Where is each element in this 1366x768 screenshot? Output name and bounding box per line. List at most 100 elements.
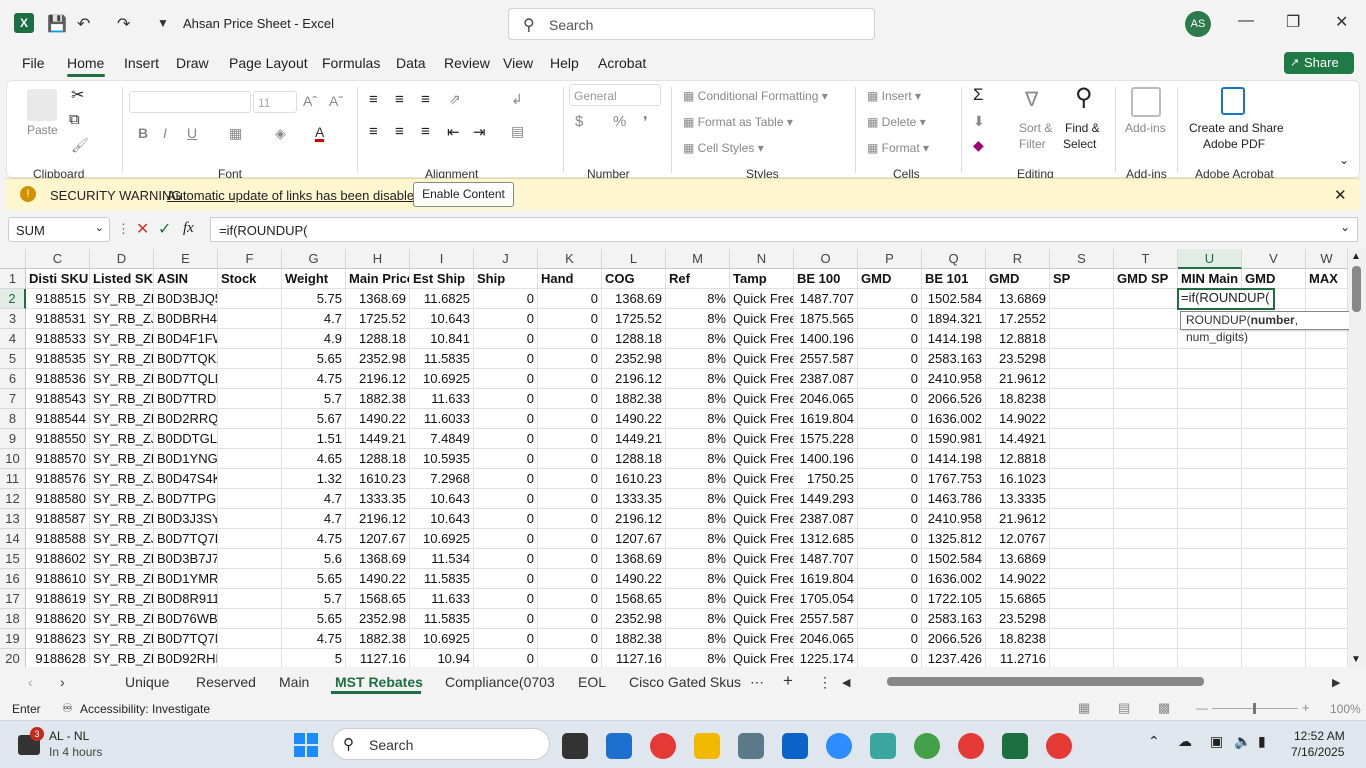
- table-cell[interactable]: SY_RB_ZJQ: [90, 529, 154, 549]
- bold-icon[interactable]: B: [138, 125, 148, 141]
- table-cell[interactable]: [1306, 469, 1348, 489]
- table-cell[interactable]: [218, 369, 282, 389]
- maximize-icon[interactable]: ❐: [1286, 12, 1300, 32]
- find-label[interactable]: Find &: [1065, 121, 1100, 135]
- row-header-15[interactable]: 15: [0, 549, 26, 569]
- column-header-q[interactable]: Q: [922, 249, 986, 269]
- table-cell[interactable]: 0: [858, 309, 922, 329]
- table-cell[interactable]: 15.6865: [986, 589, 1050, 609]
- table-cell[interactable]: 8%: [666, 589, 730, 609]
- select-label[interactable]: Select: [1063, 137, 1096, 151]
- table-cell[interactable]: 0: [538, 609, 602, 629]
- table-cell[interactable]: SY_RB_ZPX: [90, 329, 154, 349]
- table-cell[interactable]: 10.94: [410, 649, 474, 667]
- row-header-7[interactable]: 7: [0, 389, 26, 409]
- table-cell[interactable]: 8%: [666, 349, 730, 369]
- header-cell[interactable]: MIN Main: [1178, 269, 1242, 289]
- table-cell[interactable]: 2196.12: [346, 509, 410, 529]
- table-cell[interactable]: SY_RB_ZLV: [90, 349, 154, 369]
- table-cell[interactable]: [1114, 329, 1178, 349]
- active-cell-editor[interactable]: =if(ROUNDUP(: [1177, 288, 1275, 310]
- table-cell[interactable]: 11.2716: [986, 649, 1050, 667]
- table-cell[interactable]: 0: [858, 449, 922, 469]
- table-cell[interactable]: SY_RB_ZPX: [90, 449, 154, 469]
- add-sheet-icon[interactable]: +: [783, 671, 793, 691]
- table-cell[interactable]: [1242, 389, 1306, 409]
- table-cell[interactable]: 9188576: [26, 469, 90, 489]
- table-cell[interactable]: 10.5935: [410, 449, 474, 469]
- table-cell[interactable]: 8%: [666, 469, 730, 489]
- table-cell[interactable]: [1050, 529, 1114, 549]
- header-cell[interactable]: Tamp: [730, 269, 794, 289]
- align-top-icon[interactable]: ≡: [369, 91, 378, 108]
- table-cell[interactable]: [1114, 549, 1178, 569]
- table-cell[interactable]: 0: [538, 509, 602, 529]
- align-center-icon[interactable]: ≡: [395, 123, 404, 140]
- font-color-icon[interactable]: A: [315, 125, 325, 142]
- insert-function-icon[interactable]: fx: [183, 220, 194, 237]
- table-cell[interactable]: 0: [474, 489, 538, 509]
- table-cell[interactable]: 1502.584: [922, 289, 986, 309]
- table-cell[interactable]: [1050, 449, 1114, 469]
- table-cell[interactable]: 0: [538, 449, 602, 469]
- tab-unique[interactable]: Unique: [125, 674, 169, 690]
- table-cell[interactable]: [1178, 409, 1242, 429]
- table-cell[interactable]: SY_RB_ZLE: [90, 649, 154, 667]
- row-header-5[interactable]: 5: [0, 349, 26, 369]
- search-box[interactable]: ⚲ Search: [508, 8, 875, 40]
- menu-home[interactable]: Home: [67, 55, 104, 71]
- table-cell[interactable]: SY_RB_ZLG: [90, 549, 154, 569]
- table-cell[interactable]: 0: [538, 529, 602, 549]
- table-cell[interactable]: 1487.707: [794, 549, 858, 569]
- table-cell[interactable]: [1306, 369, 1348, 389]
- header-cell[interactable]: COG: [602, 269, 666, 289]
- next-sheet-icon[interactable]: ›: [60, 674, 65, 690]
- table-cell[interactable]: [1242, 529, 1306, 549]
- table-cell[interactable]: 0: [474, 329, 538, 349]
- table-cell[interactable]: [218, 589, 282, 609]
- table-cell[interactable]: 1767.753: [922, 469, 986, 489]
- table-cell[interactable]: 0: [858, 549, 922, 569]
- table-cell[interactable]: B0D7TQ7MHT: [154, 629, 218, 649]
- header-cell[interactable]: Disti SKU: [26, 269, 90, 289]
- table-cell[interactable]: Quick Free: [730, 389, 794, 409]
- table-cell[interactable]: [1114, 289, 1178, 309]
- table-cell[interactable]: 0: [474, 649, 538, 667]
- table-cell[interactable]: 8%: [666, 369, 730, 389]
- column-header-n[interactable]: N: [730, 249, 794, 269]
- table-cell[interactable]: 7.2968: [410, 469, 474, 489]
- table-cell[interactable]: 2583.163: [922, 349, 986, 369]
- formula-input[interactable]: =if(ROUNDUP(: [210, 217, 1358, 242]
- table-cell[interactable]: [218, 389, 282, 409]
- hscroll-left-icon[interactable]: ◀: [842, 676, 850, 689]
- table-cell[interactable]: [1114, 389, 1178, 409]
- table-cell[interactable]: 4.7: [282, 489, 346, 509]
- table-cell[interactable]: 5.65: [282, 609, 346, 629]
- header-cell[interactable]: SP: [1050, 269, 1114, 289]
- table-cell[interactable]: 1463.786: [922, 489, 986, 509]
- table-cell[interactable]: 10.643: [410, 309, 474, 329]
- row-header-1[interactable]: 1: [0, 269, 26, 289]
- table-cell[interactable]: 4.7: [282, 309, 346, 329]
- table-cell[interactable]: 1312.685: [794, 529, 858, 549]
- column-header-w[interactable]: W: [1306, 249, 1348, 269]
- table-cell[interactable]: 1288.18: [346, 449, 410, 469]
- table-cell[interactable]: 13.3335: [986, 489, 1050, 509]
- table-cell[interactable]: [1114, 569, 1178, 589]
- column-header-r[interactable]: R: [986, 249, 1050, 269]
- table-cell[interactable]: [1114, 649, 1178, 667]
- table-cell[interactable]: 0: [474, 509, 538, 529]
- taskbar-search[interactable]: ⚲ Search: [332, 728, 550, 760]
- table-cell[interactable]: SY_RB_ZLF: [90, 409, 154, 429]
- menu-file[interactable]: File: [22, 55, 45, 71]
- table-cell[interactable]: SY_RB_ZKC: [90, 369, 154, 389]
- confirm-entry-icon[interactable]: ✓: [158, 219, 171, 239]
- table-cell[interactable]: 1502.584: [922, 549, 986, 569]
- table-cell[interactable]: [1242, 609, 1306, 629]
- column-header-j[interactable]: J: [474, 249, 538, 269]
- table-cell[interactable]: 14.4921: [986, 429, 1050, 449]
- table-cell[interactable]: [1306, 529, 1348, 549]
- table-cell[interactable]: 0: [538, 349, 602, 369]
- header-cell[interactable]: GMD: [1242, 269, 1306, 289]
- merge-center-icon[interactable]: ▤: [511, 123, 524, 140]
